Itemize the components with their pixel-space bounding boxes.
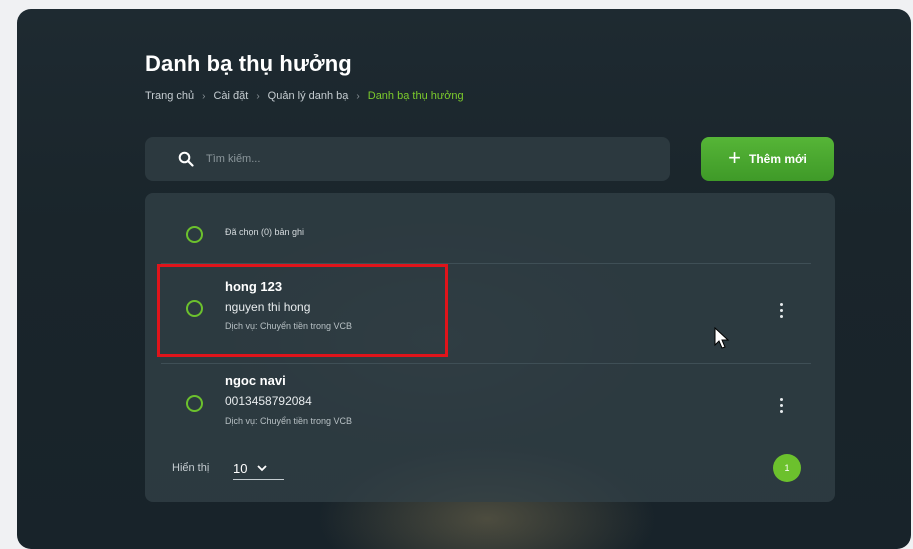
search-input[interactable] <box>204 152 608 166</box>
more-vertical-icon[interactable] <box>773 300 789 320</box>
contact-name: hong 123 <box>225 279 283 294</box>
add-new-button[interactable]: + Thêm mới <box>701 137 834 181</box>
add-new-label: Thêm mới <box>748 152 807 166</box>
breadcrumb-item-contacts[interactable]: Quản lý danh bạ <box>268 90 349 102</box>
page-title: Danh bạ thụ hưởng <box>145 51 352 76</box>
search-bar[interactable] <box>145 137 670 181</box>
contacts-panel: Đã chọn (0) bản ghi hong 123 nguyen thi … <box>145 193 835 502</box>
contact-row[interactable]: ngoc navi 0013458792084 Dịch vụ: Chuyển … <box>145 368 835 440</box>
breadcrumb-separator-icon: › <box>202 90 206 102</box>
contact-account: nguyen thi hong <box>225 300 311 314</box>
plus-icon: + <box>728 145 741 170</box>
select-all-radio[interactable] <box>186 226 203 243</box>
contact-service: Dịch vụ: Chuyển tiền trong VCB <box>225 321 353 331</box>
cursor-icon <box>714 327 730 349</box>
app-frame: Danh bạ thụ hưởng Trang chủ › Cài đặt › … <box>17 9 911 549</box>
contact-select-radio[interactable] <box>186 300 203 317</box>
page-size-label: Hiển thị <box>172 462 210 474</box>
contact-select-radio[interactable] <box>186 395 203 412</box>
selection-count-label: Đã chọn (0) bản ghi <box>225 227 305 237</box>
contact-row[interactable]: hong 123 nguyen thi hong Dịch vụ: Chuyển… <box>145 271 835 355</box>
page-size-select[interactable]: 10 <box>233 457 284 480</box>
breadcrumb-item-home[interactable]: Trang chủ <box>145 90 194 102</box>
breadcrumb-item-settings[interactable]: Cài đặt <box>213 90 248 102</box>
breadcrumb-separator-icon: › <box>256 90 260 102</box>
pagination-page-button[interactable]: 1 <box>773 454 801 482</box>
chevron-down-icon <box>257 464 268 471</box>
breadcrumb: Trang chủ › Cài đặt › Quản lý danh bạ › … <box>145 90 464 102</box>
divider <box>161 263 811 264</box>
contact-name: ngoc navi <box>225 373 286 388</box>
breadcrumb-item-current: Danh bạ thụ hưởng <box>367 90 464 102</box>
more-vertical-icon[interactable] <box>773 395 789 415</box>
breadcrumb-separator-icon: › <box>356 90 360 102</box>
search-icon <box>178 151 194 167</box>
page-size-value: 10 <box>233 460 248 476</box>
divider <box>161 363 811 364</box>
contact-account: 0013458792084 <box>225 394 312 408</box>
contact-service: Dịch vụ: Chuyển tiền trong VCB <box>225 416 353 426</box>
